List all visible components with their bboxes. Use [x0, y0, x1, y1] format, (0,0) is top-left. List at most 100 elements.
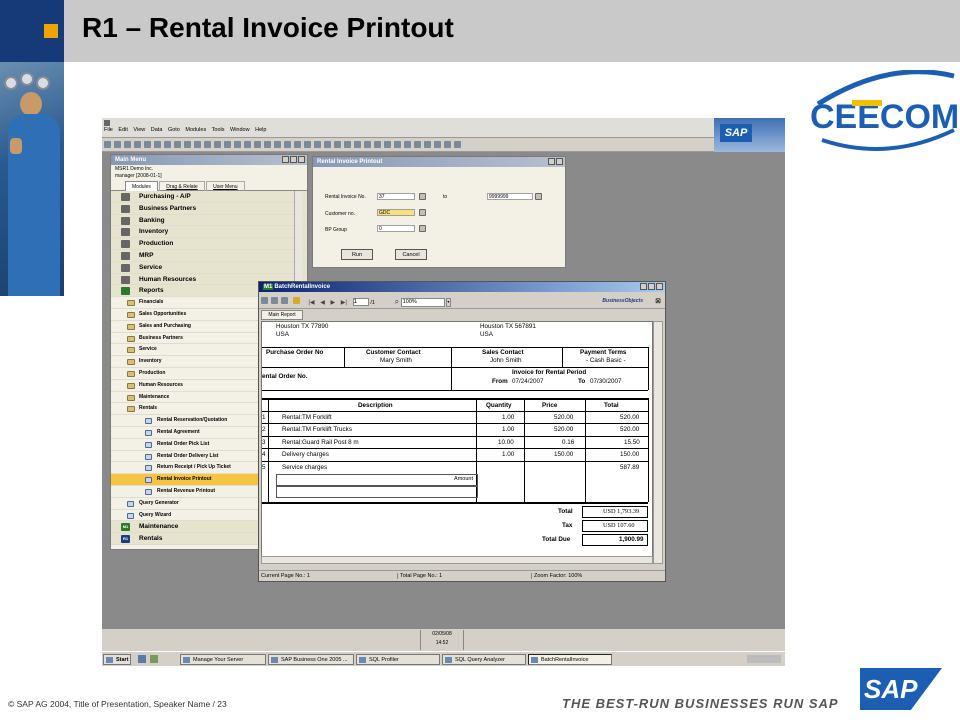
module-production[interactable]: Production — [111, 238, 307, 250]
toolbar-icon[interactable] — [454, 141, 461, 148]
task-sap-business-one[interactable]: SAP Business One 2005 ... — [268, 654, 354, 665]
choose-from-list-icon[interactable] — [419, 225, 426, 232]
toolbar-icon[interactable] — [184, 141, 191, 148]
toolbar-icon[interactable] — [354, 141, 361, 148]
menu-data[interactable]: Data — [151, 127, 163, 133]
toolbar-icon[interactable] — [364, 141, 371, 148]
menu-modules[interactable]: Modules — [185, 127, 206, 133]
toolbar-icon[interactable] — [124, 141, 131, 148]
first-page-icon[interactable]: |◀ — [308, 300, 314, 306]
menu-help[interactable]: Help — [255, 127, 266, 133]
cancel-button[interactable]: Cancel — [395, 249, 427, 260]
toolbar-icon[interactable] — [414, 141, 421, 148]
toolbar-icon[interactable] — [144, 141, 151, 148]
toolbar-icon[interactable] — [294, 141, 301, 148]
quick-launch-icon[interactable] — [138, 655, 146, 663]
toolbar-icon[interactable] — [334, 141, 341, 148]
toolbar-icon[interactable] — [244, 141, 251, 148]
toolbar-icon[interactable] — [374, 141, 381, 148]
task-batch-rental-invoice[interactable]: BatchRentalInvoice — [528, 654, 612, 665]
toolbar-icon[interactable] — [324, 141, 331, 148]
toolbar-icon[interactable] — [194, 141, 201, 148]
task-manage-server[interactable]: Manage Your Server — [180, 654, 266, 665]
menu-view[interactable]: View — [133, 127, 145, 133]
run-button[interactable]: Run — [341, 249, 373, 260]
menu-edit[interactable]: Edit — [118, 127, 127, 133]
toolbar-icon[interactable] — [104, 141, 111, 148]
rental-invoice-from-field[interactable]: 37 — [377, 193, 415, 200]
task-sql-query-analyzer[interactable]: SQL Query Analyzer — [442, 654, 526, 665]
page-number-field[interactable]: 1 — [352, 298, 369, 307]
report-horizontal-scrollbar[interactable] — [261, 556, 653, 564]
chevron-down-icon[interactable]: ▾ — [446, 297, 452, 307]
toolbar-icon[interactable] — [274, 141, 281, 148]
tab-main-report[interactable]: Main Report — [261, 310, 303, 320]
status-date: 02/05/08 — [432, 631, 452, 637]
toolbar-icon[interactable] — [304, 141, 311, 148]
toolbar-icon[interactable] — [424, 141, 431, 148]
toolbar-icon[interactable] — [314, 141, 321, 148]
prev-page-icon[interactable]: ◀ — [320, 300, 325, 306]
toolbar-icon[interactable] — [434, 141, 441, 148]
menu-tools[interactable]: Tools — [212, 127, 225, 133]
toolbar-icon[interactable] — [234, 141, 241, 148]
menu-goto[interactable]: Goto — [168, 127, 180, 133]
close-icon[interactable] — [656, 283, 663, 290]
toolbar-icon[interactable] — [404, 141, 411, 148]
quick-launch-icon[interactable] — [150, 655, 158, 663]
toolbar-icon[interactable] — [254, 141, 261, 148]
next-page-icon[interactable]: ▶ — [331, 300, 336, 306]
minimize-icon[interactable] — [282, 156, 289, 163]
menu-file[interactable]: File — [104, 127, 113, 133]
toolbar-icon[interactable] — [204, 141, 211, 148]
toolbar-icon[interactable] — [394, 141, 401, 148]
main-menu-titlebar[interactable]: Main Menu — [111, 155, 307, 165]
menu-scrollbar[interactable] — [294, 191, 302, 287]
minimize-icon[interactable] — [640, 283, 647, 290]
report-titlebar[interactable]: M1 BatchRentalInvoice — [259, 282, 665, 292]
report-vertical-scrollbar[interactable] — [653, 321, 663, 564]
choose-from-list-icon[interactable] — [535, 193, 542, 200]
toolbar-icon[interactable] — [384, 141, 391, 148]
group-tree-icon[interactable] — [292, 297, 300, 304]
criteria-titlebar[interactable]: Rental Invoice Printout — [313, 157, 565, 167]
toolbar-icon[interactable] — [164, 141, 171, 148]
close-icon[interactable] — [556, 158, 563, 165]
module-banking[interactable]: Banking — [111, 214, 307, 227]
print-icon[interactable] — [271, 297, 278, 304]
toolbar-icon[interactable] — [224, 141, 231, 148]
binoculars-icon[interactable]: ⌕ — [395, 297, 399, 306]
close-report-icon[interactable]: ⊠ — [655, 297, 661, 305]
module-inventory[interactable]: Inventory — [111, 226, 307, 239]
refresh-icon[interactable] — [281, 297, 288, 304]
minimize-icon[interactable] — [548, 158, 555, 165]
choose-from-list-icon[interactable] — [419, 193, 426, 200]
slide-footer: © SAP AG 2004, Title of Presentation, Sp… — [8, 699, 227, 709]
toolbar-icon[interactable] — [444, 141, 451, 148]
export-icon[interactable] — [261, 297, 268, 304]
toolbar-icon[interactable] — [114, 141, 121, 148]
toolbar-icon[interactable] — [134, 141, 141, 148]
module-service[interactable]: Service — [111, 261, 307, 274]
last-page-icon[interactable]: ▶| — [341, 300, 347, 306]
toolbar-icon[interactable] — [174, 141, 181, 148]
module-purchasing[interactable]: Purchasing - A/P — [111, 191, 307, 203]
toolbar-icon[interactable] — [154, 141, 161, 148]
toolbar-icon[interactable] — [284, 141, 291, 148]
toolbar-icon[interactable] — [214, 141, 221, 148]
maximize-icon[interactable] — [290, 156, 297, 163]
bp-group-field[interactable]: 0 — [377, 225, 415, 232]
module-business-partners[interactable]: Business Partners — [111, 202, 307, 215]
maximize-icon[interactable] — [648, 283, 655, 290]
start-button[interactable]: Start — [103, 654, 131, 665]
rental-invoice-to-field[interactable]: 9999999 — [487, 193, 533, 200]
menu-window[interactable]: Window — [230, 127, 250, 133]
toolbar-icon[interactable] — [264, 141, 271, 148]
zoom-select[interactable]: 100% — [400, 297, 445, 307]
customer-field[interactable]: GDC — [377, 209, 415, 216]
choose-from-list-icon[interactable] — [419, 209, 426, 216]
toolbar-icon[interactable] — [344, 141, 351, 148]
module-mrp[interactable]: MRP — [111, 249, 307, 262]
close-icon[interactable] — [298, 156, 305, 163]
task-sql-profiler[interactable]: SQL Profiler — [356, 654, 440, 665]
